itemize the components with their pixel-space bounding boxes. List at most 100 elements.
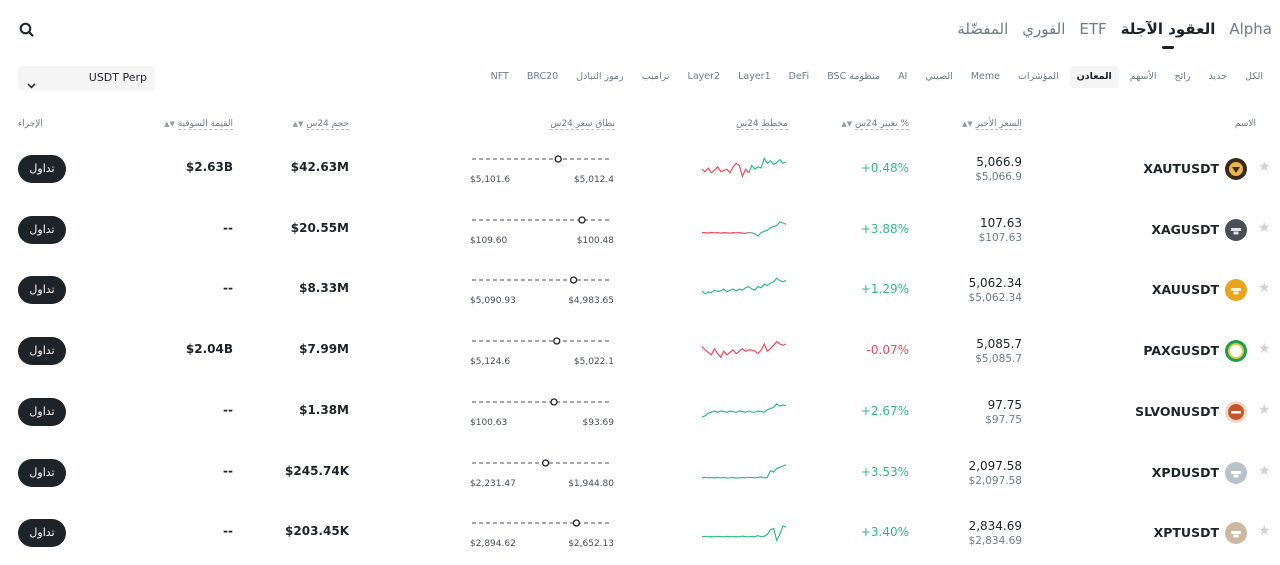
category-chip[interactable]: تراميب [635, 66, 677, 88]
range-high: $100.48 [576, 236, 614, 246]
symbol-name[interactable]: XAGUSDT [1151, 222, 1219, 237]
platinum-icon [1225, 522, 1247, 544]
contract-type-select[interactable]: USDT Perp [18, 66, 155, 90]
tab-0[interactable]: المفضّلة [957, 18, 1008, 46]
trade-button[interactable]: تداول [18, 398, 66, 426]
category-chip[interactable]: رموز التبادل [569, 66, 631, 88]
tab-4[interactable]: Alpha [1229, 18, 1272, 46]
category-chip[interactable]: DeFi [782, 66, 817, 88]
table-row[interactable]: ★ XAUUSDT 5,062.34 $5,062.34 +1.29% $5,090.93… [0, 260, 1280, 320]
column-market-cap[interactable]: ▲▼ القيمة السوقية [161, 119, 233, 130]
favorite-star-icon[interactable]: ★ [1258, 220, 1271, 236]
table-row[interactable]: ★ PAXGUSDT 5,085.7 $5,085.7 -0.07% $5,124.6 $5… [0, 321, 1280, 381]
tether-gold-icon [1225, 158, 1247, 180]
category-chip[interactable]: Layer2 [681, 66, 728, 88]
tab-1[interactable]: الفوري [1022, 18, 1065, 46]
trade-button[interactable]: تداول [18, 519, 66, 547]
search-icon[interactable] [18, 21, 36, 39]
category-chip[interactable]: AI [891, 66, 914, 88]
price-value: 107.63 [980, 216, 1022, 230]
category-chip[interactable]: المؤشرات [1011, 66, 1066, 88]
category-chip[interactable]: BRC20 [520, 66, 565, 88]
sparkline-chart [702, 464, 786, 479]
price-value: 2,097.58 [968, 459, 1022, 473]
symbol-name[interactable]: XPTUSDT [1154, 525, 1219, 540]
favorite-star-icon[interactable]: ★ [1258, 341, 1271, 357]
top-bar: المفضّلة الفوري ETF العقود الآجلة Alpha [0, 0, 1280, 58]
contract-type-value: USDT Perp [88, 71, 147, 84]
favorite-star-icon[interactable]: ★ [1258, 280, 1271, 296]
price-usd: $5,062.34 [968, 292, 1022, 304]
category-chip[interactable]: رائج [1168, 66, 1198, 88]
range-low: $5,124.6 [470, 357, 511, 367]
main-tabs: المفضّلة الفوري ETF العقود الآجلة Alpha [957, 18, 1272, 49]
last-price: 5,066.9 $5,066.9 [975, 155, 1022, 183]
volume-24h: $20.55M [290, 221, 349, 235]
column-volume[interactable]: ▲▼ حجم 24س [290, 119, 349, 130]
favorite-star-icon[interactable]: ★ [1258, 523, 1271, 539]
category-chip[interactable]: الأسهم [1123, 66, 1164, 88]
category-chip[interactable]: المعادن [1069, 66, 1119, 88]
symbol-name[interactable]: SLVONUSDT [1135, 404, 1219, 419]
filter-row: USDT Perp الكل جديد رائج الأسهم المعادن المؤش… [0, 66, 1280, 90]
table-row[interactable]: ★ XAUTUSDT 5,066.9 $5,066.9 +0.48% $5,101.6 $5… [0, 139, 1280, 199]
price-usd: $2,834.69 [968, 535, 1022, 547]
category-chip[interactable]: NFT [484, 66, 516, 88]
sparkline-chart [702, 402, 786, 418]
price-usd: $107.63 [978, 232, 1022, 244]
tab-3[interactable]: العقود الآجلة [1121, 18, 1215, 49]
change-percent: +3.53% [860, 465, 909, 479]
price-value: 5,085.7 [976, 337, 1022, 351]
category-chip[interactable]: Layer1 [731, 66, 778, 88]
category-chip[interactable]: الصيني [918, 66, 959, 88]
column-last-price[interactable]: ▲▼ السعر الأخير [959, 119, 1022, 130]
price-range: $5,124.6 $5,022.1 [470, 335, 616, 369]
table-row[interactable]: ★ XAGUSDT 107.63 $107.63 +3.88% $109.60 $100.4… [0, 200, 1280, 260]
last-price: 2,834.69 $2,834.69 [969, 519, 1022, 547]
category-chip[interactable]: الكل [1238, 66, 1270, 88]
symbol-name[interactable]: XPDUSDT [1152, 465, 1219, 480]
price-value: 5,066.9 [976, 155, 1022, 169]
table-row[interactable]: ★ XPDUSDT 2,097.58 $2,097.58 +3.53% $2,231.47… [0, 443, 1280, 503]
symbol-name[interactable]: PAXGUSDT [1143, 343, 1219, 358]
price-range: $5,090.93 $4,983.65 [470, 274, 616, 308]
category-chip[interactable]: Meme [964, 66, 1007, 88]
range-low: $2,894.62 [470, 539, 516, 549]
silver-icon [1225, 219, 1247, 241]
trade-button[interactable]: تداول [18, 155, 66, 183]
volume-24h: $1.38M [299, 403, 349, 417]
column-range: نطاق سعر 24س [550, 119, 615, 130]
price-range: $2,231.47 $1,944.80 [470, 457, 616, 491]
range-low: $5,090.93 [470, 296, 516, 306]
trade-button[interactable]: تداول [18, 337, 66, 365]
volume-24h: $203.45K [285, 524, 349, 538]
favorite-star-icon[interactable]: ★ [1258, 402, 1271, 418]
tab-2[interactable]: ETF [1079, 18, 1106, 46]
symbol-name[interactable]: XAUTUSDT [1143, 161, 1219, 176]
table-row[interactable]: ★ XPTUSDT 2,834.69 $2,834.69 +3.40% $2,894.62… [0, 503, 1280, 563]
favorite-star-icon[interactable]: ★ [1258, 159, 1271, 175]
last-price: 5,062.34 $5,062.34 [969, 276, 1022, 304]
category-chip[interactable]: منظومة BSC [820, 66, 887, 88]
symbol-name[interactable]: XAUUSDT [1152, 282, 1219, 297]
last-price: 97.75 $97.75 [985, 398, 1022, 426]
category-chips: الكل جديد رائج الأسهم المعادن المؤشرات Meme الص… [484, 66, 1270, 88]
column-name: الاسم [1234, 119, 1256, 129]
table-row[interactable]: ★ SLVONUSDT 97.75 $97.75 +2.67% $100.63 $93.69… [0, 382, 1280, 442]
pax-gold-icon [1225, 340, 1247, 362]
last-price: 107.63 $107.63 [979, 216, 1022, 244]
price-range: $2,894.62 $2,652.13 [470, 517, 616, 551]
category-chip[interactable]: جديد [1202, 66, 1235, 88]
trade-button[interactable]: تداول [18, 276, 66, 304]
market-cap: -- [223, 464, 233, 478]
trade-button[interactable]: تداول [18, 459, 66, 487]
column-change[interactable]: ▲▼ تغيير 24س % [838, 119, 909, 130]
table-header: الاسم ▲▼ السعر الأخير ▲▼ تغيير 24س % مخط… [0, 117, 1280, 133]
range-high: $1,944.80 [568, 479, 614, 489]
market-cap: -- [223, 403, 233, 417]
price-range: $100.63 $93.69 [470, 396, 616, 430]
favorite-star-icon[interactable]: ★ [1258, 463, 1271, 479]
price-usd: $2,097.58 [968, 475, 1022, 487]
range-low: $100.63 [470, 418, 508, 428]
trade-button[interactable]: تداول [18, 216, 66, 244]
